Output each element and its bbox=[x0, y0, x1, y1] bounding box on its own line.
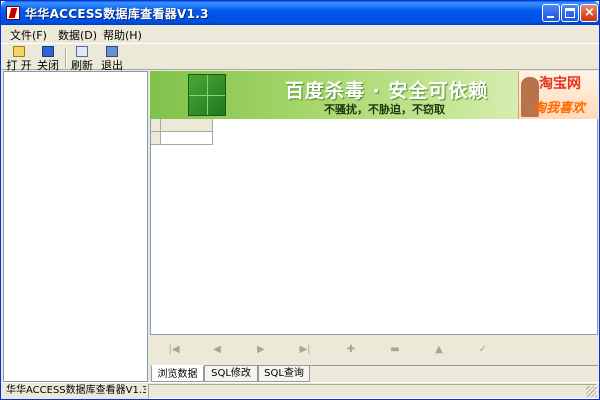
tab-sql-modify[interactable]: SQL修改 bbox=[204, 366, 258, 382]
resize-grip[interactable] bbox=[586, 386, 597, 397]
exit-icon bbox=[106, 46, 118, 57]
title-bar[interactable]: 华华ACCESS数据库查看器V1.3 × bbox=[1, 1, 599, 25]
ad-banner[interactable]: 百度杀毒 · 安全可依赖 不骚扰，不胁迫，不窃取 淘宝网 淘我喜欢 bbox=[150, 71, 598, 119]
menu-help[interactable]: 帮助(H) bbox=[103, 27, 142, 43]
window-title: 华华ACCESS数据库查看器V1.3 bbox=[25, 7, 209, 21]
grid-cell[interactable] bbox=[161, 132, 213, 145]
close-button[interactable]: × bbox=[580, 4, 598, 22]
menu-data[interactable]: 数据(D) bbox=[58, 27, 97, 43]
record-navigator: |◀ ◀ ▶ ▶| ✚ ▬ ▲ ✓ bbox=[150, 335, 598, 365]
view-tabs: 浏览数据 SQL修改 SQL查询 bbox=[150, 365, 598, 382]
last-record-button[interactable]: ▶| bbox=[297, 342, 313, 358]
status-panel bbox=[148, 384, 597, 399]
ad-title: 淘宝网 bbox=[539, 76, 581, 92]
tab-browse-data[interactable]: 浏览数据 bbox=[151, 365, 204, 382]
grid-row-indicator[interactable] bbox=[151, 132, 161, 145]
toolbar: 打 开 关闭 刷新 退出 bbox=[1, 43, 599, 72]
open-button[interactable]: 打 开 bbox=[3, 45, 35, 72]
prior-record-button[interactable]: ◀ bbox=[209, 342, 225, 358]
edit-record-button[interactable]: ▲ bbox=[431, 342, 447, 358]
folder-open-icon bbox=[13, 46, 25, 57]
banner-title: 百度杀毒 · 安全可依赖 bbox=[285, 80, 489, 102]
refresh-icon bbox=[76, 46, 88, 57]
insert-record-button[interactable]: ✚ bbox=[343, 342, 359, 358]
app-icon[interactable] bbox=[6, 6, 20, 20]
refresh-button[interactable]: 刷新 bbox=[66, 45, 98, 72]
next-record-button[interactable]: ▶ bbox=[253, 342, 269, 358]
grid-header-cell[interactable] bbox=[161, 119, 213, 132]
exit-button[interactable]: 退出 bbox=[96, 45, 128, 72]
minimize-button[interactable] bbox=[542, 4, 560, 22]
maximize-button[interactable] bbox=[561, 4, 579, 22]
banner-subtitle: 不骚扰，不胁迫，不窃取 bbox=[324, 103, 445, 116]
post-edit-button[interactable]: ✓ bbox=[475, 342, 491, 358]
close-icon: × bbox=[584, 5, 595, 20]
close-db-icon bbox=[42, 46, 54, 57]
menu-file[interactable]: 文件(F) bbox=[10, 27, 47, 43]
maximize-icon bbox=[565, 8, 575, 18]
menu-bar: 文件(F) 数据(D) 帮助(H) bbox=[1, 25, 599, 43]
ad-subtitle: 淘我喜欢 bbox=[533, 101, 586, 116]
taobao-ad[interactable]: 淘宝网 淘我喜欢 bbox=[518, 71, 598, 119]
grid-corner-cell[interactable] bbox=[151, 119, 161, 132]
data-grid[interactable] bbox=[150, 119, 598, 335]
tab-sql-query[interactable]: SQL查询 bbox=[258, 366, 310, 382]
status-bar: 华华ACCESS数据库查看器V1.3 bbox=[1, 382, 599, 399]
table-list-pane[interactable] bbox=[3, 71, 148, 382]
baidu-antivirus-logo bbox=[188, 74, 226, 116]
first-record-button[interactable]: |◀ bbox=[166, 342, 182, 358]
app-window: 华华ACCESS数据库查看器V1.3 × 文件(F) 数据(D) 帮助(H) 打… bbox=[0, 0, 600, 400]
close-db-button[interactable]: 关闭 bbox=[32, 45, 64, 72]
delete-record-button[interactable]: ▬ bbox=[387, 342, 403, 358]
status-text: 华华ACCESS数据库查看器V1.3 bbox=[6, 385, 146, 396]
data-area: 百度杀毒 · 安全可依赖 不骚扰，不胁迫，不窃取 淘宝网 淘我喜欢 |◀ ◀ ▶… bbox=[150, 71, 598, 382]
minimize-icon bbox=[547, 16, 554, 18]
